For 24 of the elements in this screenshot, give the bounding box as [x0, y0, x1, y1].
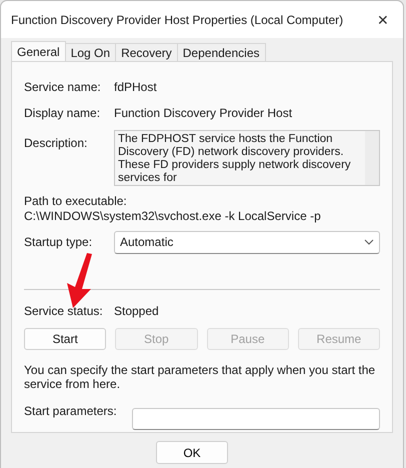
field-label: Startup type:	[24, 235, 94, 249]
tab[interactable]: Recovery	[115, 43, 178, 61]
field-value: Function Discovery Provider Host	[114, 106, 292, 120]
hint-text: You can specify the start parameters that apply when you start the service from here.	[24, 363, 376, 391]
field-label: Path to executable:	[24, 194, 128, 209]
path-text: C:\WINDOWS\system32\svchost.exe -k LocalService -p	[24, 209, 322, 224]
field-label: Start parameters:	[24, 404, 118, 418]
field-label: Service name:	[24, 80, 102, 94]
field-value: fdPHost	[114, 80, 157, 94]
close-button[interactable]: ✕	[373, 12, 393, 28]
window-title: Function Discovery Provider Host Properties (Local Computer)	[11, 12, 344, 26]
ok-button[interactable]: OK	[156, 441, 228, 464]
tab[interactable]: Log On	[64, 43, 116, 61]
tab[interactable]: General	[11, 41, 66, 61]
service-button[interactable]: Start	[24, 328, 106, 350]
description-box[interactable]: The FDPHOST service hosts the Function Discovery (FD) network discovery providers. These FD providers supply network discovery services for	[114, 130, 380, 186]
start-parameters-field[interactable]	[132, 408, 380, 430]
chevron-down-icon	[364, 239, 374, 245]
field-label: Service status:	[24, 304, 104, 318]
startup-type-dropdown[interactable]: Automatic	[114, 230, 380, 254]
field-label: Display name:	[24, 106, 102, 120]
status-value: Stopped	[114, 304, 159, 318]
field-label: Description:	[24, 135, 88, 150]
tab[interactable]: Dependencies	[176, 43, 266, 61]
